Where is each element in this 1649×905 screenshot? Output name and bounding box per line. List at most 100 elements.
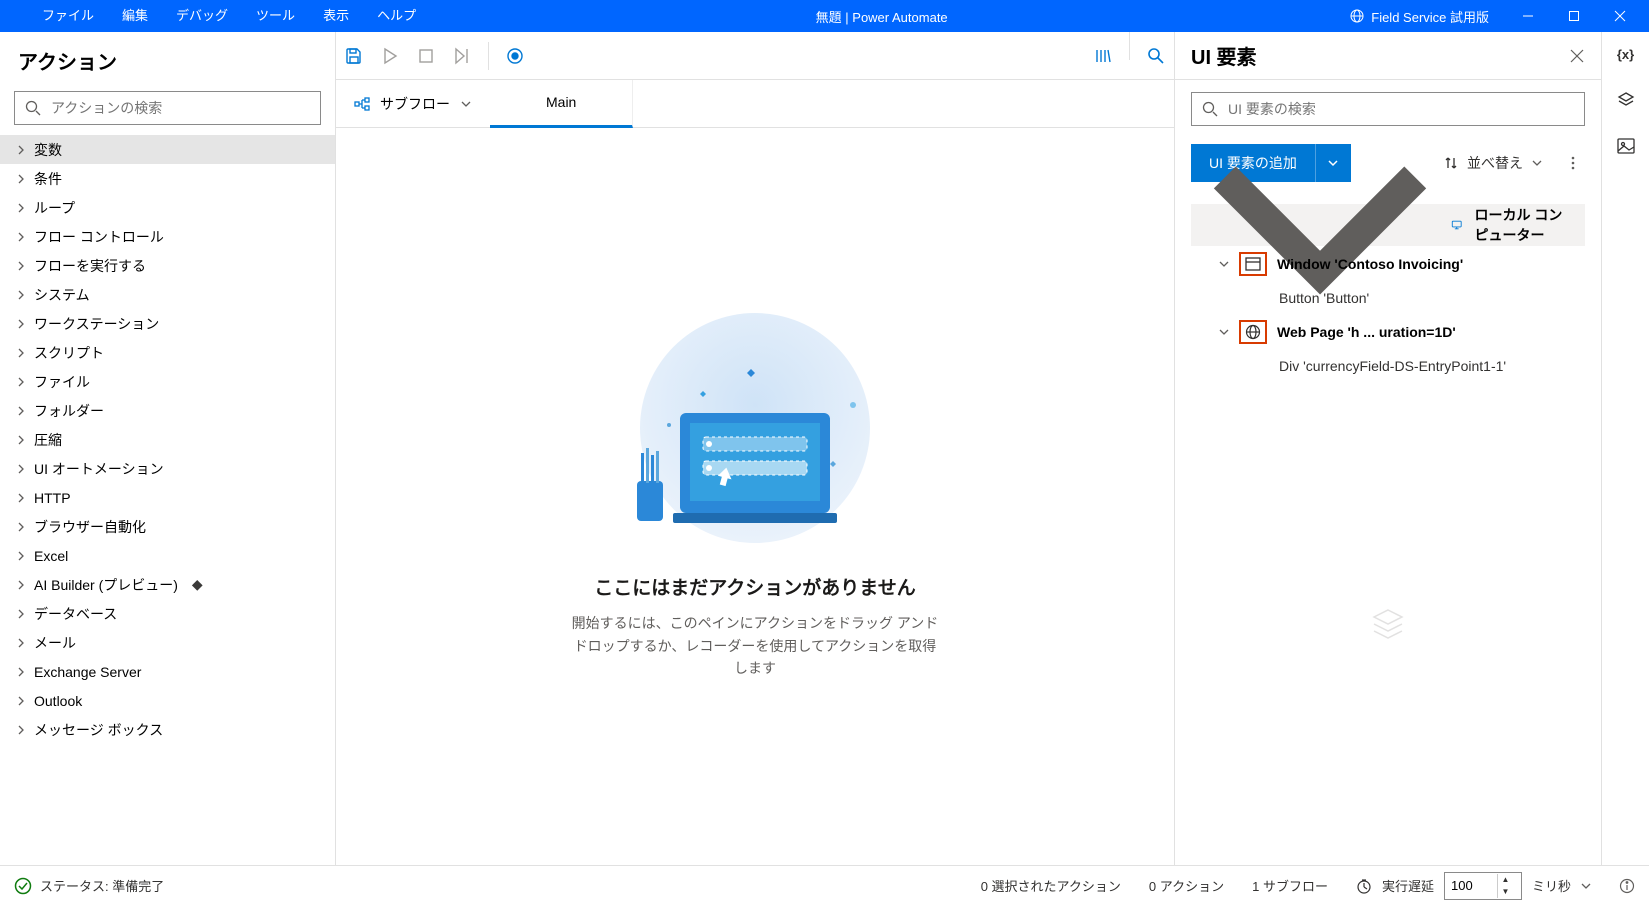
action-category-label: ループ [34, 198, 75, 218]
run-delay-input[interactable]: ▲▼ [1444, 872, 1522, 900]
action-category[interactable]: ループ [0, 193, 335, 222]
run-delay-group: 実行遅延 ▲▼ ミリ秒 [1356, 872, 1591, 900]
record-button[interactable] [497, 32, 533, 80]
tree-leaf-div[interactable]: Div 'currencyField-DS-EntryPoint1-1' [1191, 350, 1585, 382]
window-title: 無題 | Power Automate [430, 7, 1333, 26]
subflow-dropdown[interactable]: サブフロー [336, 80, 490, 128]
run-delay-value[interactable] [1445, 878, 1497, 893]
spinner-up[interactable]: ▲ [1498, 874, 1513, 886]
chevron-right-icon [16, 493, 26, 503]
search-button[interactable] [1138, 32, 1174, 80]
variables-rail-button[interactable]: {x} [1616, 44, 1636, 64]
action-category[interactable]: Exchange Server [0, 657, 335, 686]
tab-main[interactable]: Main [490, 80, 633, 128]
action-category[interactable]: フローを実行する [0, 251, 335, 280]
minimize-button[interactable] [1505, 0, 1551, 32]
chevron-right-icon [16, 667, 26, 677]
actions-search[interactable] [14, 91, 321, 125]
ui-elements-tree: ローカル コンピューター Window 'Contoso Invoicing' … [1191, 204, 1585, 865]
maximize-button[interactable] [1551, 0, 1597, 32]
action-category-label: フロー コントロール [34, 227, 164, 247]
trial-badge[interactable]: Field Service 試用版 [1333, 7, 1505, 26]
globe-icon [1245, 324, 1261, 340]
menu-view[interactable]: 表示 [309, 0, 363, 32]
run-button[interactable] [372, 32, 408, 80]
more-button[interactable] [1561, 155, 1585, 171]
action-category[interactable]: メール [0, 628, 335, 657]
action-category[interactable]: 条件 [0, 164, 335, 193]
menu-file[interactable]: ファイル [28, 0, 108, 32]
window-icon-highlight [1239, 252, 1267, 276]
chevron-right-icon [16, 551, 26, 561]
step-button[interactable] [444, 32, 480, 80]
titlebar: ファイル 編集 デバッグ ツール 表示 ヘルプ 無題 | Power Autom… [0, 0, 1649, 32]
clock-icon [1356, 878, 1372, 894]
action-category[interactable]: AI Builder (プレビュー)◆ [0, 570, 335, 599]
menu-edit[interactable]: 編集 [108, 0, 162, 32]
action-category[interactable]: ファイル [0, 367, 335, 396]
flow-canvas[interactable]: ここにはまだアクションがありません 開始するには、このペインにアクションをドラッ… [336, 128, 1174, 865]
actions-panel: アクション 変数条件ループフロー コントロールフローを実行するシステムワークステ… [0, 32, 336, 865]
toolbar [336, 32, 1174, 80]
action-category[interactable]: データベース [0, 599, 335, 628]
empty-illustration [595, 313, 915, 543]
action-category[interactable]: ワークステーション [0, 309, 335, 338]
chevron-down-icon [1219, 327, 1229, 337]
action-category[interactable]: HTTP [0, 483, 335, 512]
action-category-label: フォルダー [34, 401, 104, 421]
actions-tree[interactable]: 変数条件ループフロー コントロールフローを実行するシステムワークステーションスク… [0, 135, 335, 865]
run-delay-unit[interactable]: ミリ秒 [1532, 876, 1571, 895]
action-category-label: Outlook [34, 693, 82, 709]
layers-icon [1616, 90, 1636, 110]
action-category[interactable]: UI オートメーション [0, 454, 335, 483]
menu-help[interactable]: ヘルプ [363, 0, 430, 32]
action-category[interactable]: 変数 [0, 135, 335, 164]
action-category[interactable]: フロー コントロール [0, 222, 335, 251]
action-category[interactable]: スクリプト [0, 338, 335, 367]
tree-node-webpage[interactable]: Web Page 'h ... uration=1D' [1191, 314, 1585, 350]
chevron-right-icon [16, 638, 26, 648]
library-button[interactable] [1085, 32, 1121, 80]
action-category[interactable]: フォルダー [0, 396, 335, 425]
webpage-icon-highlight [1239, 320, 1267, 344]
sort-button[interactable]: 並べ替え [1443, 153, 1543, 173]
statusbar: ステータス: 準備完了 0 選択されたアクション 0 アクション 1 サブフロー… [0, 865, 1649, 905]
close-button[interactable] [1597, 0, 1643, 32]
menu-tools[interactable]: ツール [242, 0, 309, 32]
chevron-right-icon [16, 725, 26, 735]
check-circle-icon [14, 877, 32, 895]
action-category-label: ワークステーション [34, 314, 159, 334]
close-panel-icon[interactable] [1569, 48, 1585, 64]
info-icon[interactable] [1619, 878, 1635, 894]
action-category[interactable]: Outlook [0, 686, 335, 715]
action-category[interactable]: システム [0, 280, 335, 309]
empty-subtitle: 開始するには、このペインにアクションをドラッグ アンド ドロップするか、レコーダ… [570, 612, 940, 679]
chevron-right-icon [16, 609, 26, 619]
action-category-label: Exchange Server [34, 664, 141, 680]
action-category[interactable]: メッセージ ボックス [0, 715, 335, 744]
stop-button[interactable] [408, 32, 444, 80]
tree-placeholder [1191, 382, 1585, 865]
action-category[interactable]: 圧縮 [0, 425, 335, 454]
spinner-down[interactable]: ▼ [1498, 886, 1513, 898]
tree-leaf-button[interactable]: Button 'Button' [1191, 282, 1585, 314]
images-rail-button[interactable] [1616, 136, 1636, 156]
right-rail: {x} [1601, 32, 1649, 865]
menu-debug[interactable]: デバッグ [162, 0, 242, 32]
save-button[interactable] [336, 32, 372, 80]
subflow-bar: サブフロー Main [336, 80, 1174, 128]
action-category-label: AI Builder (プレビュー) [34, 575, 178, 595]
tree-node-window[interactable]: Window 'Contoso Invoicing' [1191, 246, 1585, 282]
ui-elements-header: UI 要素 [1175, 32, 1601, 80]
actions-search-input[interactable] [51, 100, 310, 116]
ui-elements-rail-button[interactable] [1616, 90, 1636, 110]
tree-root-label: ローカル コンピューター [1475, 205, 1576, 245]
chevron-right-icon [16, 290, 26, 300]
ui-elements-title: UI 要素 [1191, 41, 1257, 70]
search-icon [25, 100, 41, 116]
run-delay-spinner[interactable]: ▲▼ [1497, 874, 1513, 898]
tree-root-local-computer[interactable]: ローカル コンピューター [1191, 204, 1585, 246]
action-category[interactable]: Excel [0, 541, 335, 570]
chevron-right-icon [16, 464, 26, 474]
action-category[interactable]: ブラウザー自動化 [0, 512, 335, 541]
